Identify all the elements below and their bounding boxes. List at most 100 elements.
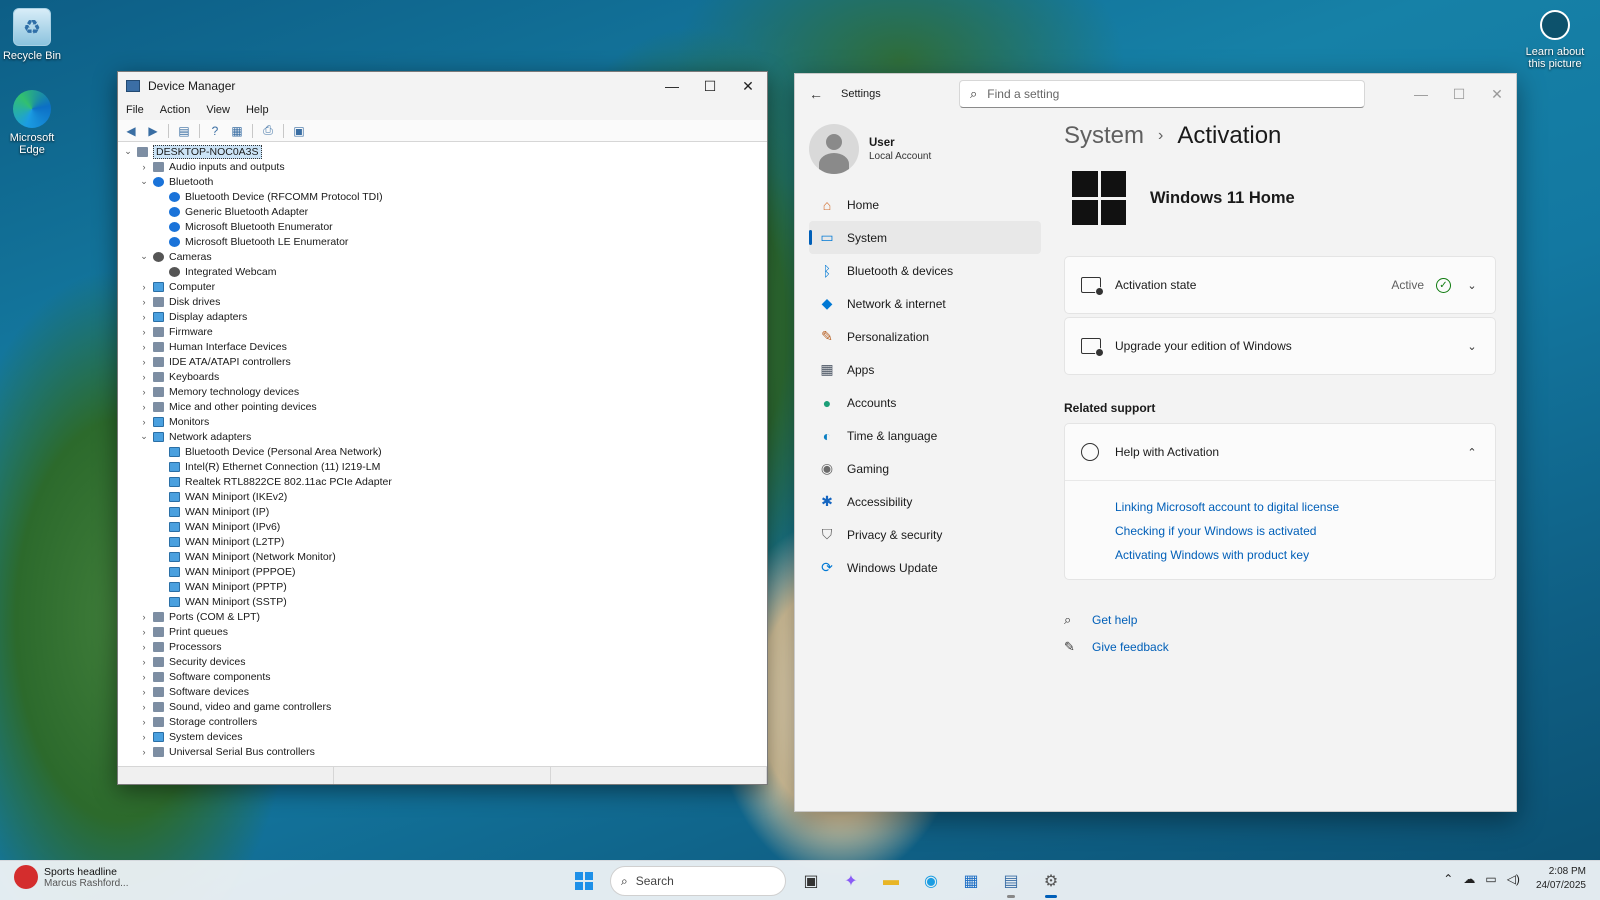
chevron-down-icon[interactable]: ⌄	[1465, 279, 1479, 292]
expand-chevron-icon[interactable]: ›	[138, 402, 150, 412]
expand-chevron-icon[interactable]: ›	[138, 372, 150, 382]
tree-category-item[interactable]: › Computer	[118, 279, 767, 294]
tree-device-item[interactable]: WAN Miniport (PPPOE)	[118, 564, 767, 579]
nav-item-accounts[interactable]: ● Accounts	[809, 386, 1041, 419]
maximize-button[interactable]: ☐	[691, 72, 729, 100]
maximize-button[interactable]: ☐	[1440, 80, 1478, 108]
collapse-chevron-icon[interactable]: ⌄	[122, 146, 134, 157]
minimize-button[interactable]: —	[653, 72, 691, 100]
tree-device-item[interactable]: Generic Bluetooth Adapter	[118, 204, 767, 219]
edge-icon[interactable]: ◉	[916, 866, 946, 896]
taskbar-search[interactable]: ⌕ Search	[610, 866, 786, 896]
menu-file[interactable]: File	[126, 104, 144, 116]
settings-window[interactable]: ← Settings ⌕ Find a setting — ☐ ✕ User L…	[794, 73, 1517, 812]
collapse-chevron-icon[interactable]: ⌄	[138, 176, 150, 187]
volume-icon[interactable]: ◁)	[1507, 872, 1520, 886]
nav-item-system[interactable]: ▭ System	[809, 221, 1041, 254]
tree-category-item[interactable]: › Software components	[118, 669, 767, 684]
expand-chevron-icon[interactable]: ›	[138, 297, 150, 307]
activation-state-card[interactable]: Activation state Active ✓ ⌄	[1064, 256, 1496, 314]
tree-category-item[interactable]: › Monitors	[118, 414, 767, 429]
expand-chevron-icon[interactable]: ›	[138, 312, 150, 322]
tree-root[interactable]: ⌄ DESKTOP-NOC0A3S	[118, 144, 767, 159]
nav-item-apps[interactable]: ▦ Apps	[809, 353, 1041, 386]
expand-chevron-icon[interactable]: ›	[138, 657, 150, 667]
expand-chevron-icon[interactable]: ›	[138, 387, 150, 397]
tree-category-item[interactable]: › Sound, video and game controllers	[118, 699, 767, 714]
tree-device-item[interactable]: Intel(R) Ethernet Connection (11) I219-L…	[118, 459, 767, 474]
collapse-chevron-icon[interactable]: ⌄	[138, 251, 150, 262]
expand-chevron-icon[interactable]: ›	[138, 357, 150, 367]
tree-device-item[interactable]: WAN Miniport (PPTP)	[118, 579, 767, 594]
nav-item-time-language[interactable]: ◐ Time & language	[809, 419, 1041, 452]
clock[interactable]: 2:08 PM 24/07/2025	[1536, 865, 1586, 893]
onedrive-icon[interactable]: ☁	[1463, 872, 1475, 886]
task-view-icon[interactable]: ▣	[796, 866, 826, 896]
give-feedback-link[interactable]: ✎ Give feedback	[1064, 633, 1496, 660]
expand-chevron-icon[interactable]: ›	[138, 342, 150, 352]
tree-category-item[interactable]: ⌄ Bluetooth	[118, 174, 767, 189]
tree-category-item[interactable]: › Storage controllers	[118, 714, 767, 729]
expand-chevron-icon[interactable]: ›	[138, 702, 150, 712]
tree-device-item[interactable]: WAN Miniport (Network Monitor)	[118, 549, 767, 564]
chevron-up-icon[interactable]: ⌃	[1465, 446, 1479, 459]
settings-titlebar[interactable]: ← Settings ⌕ Find a setting — ☐ ✕	[795, 74, 1516, 114]
scan-hardware-icon[interactable]: ▣	[290, 123, 308, 139]
menu-help[interactable]: Help	[246, 104, 269, 116]
close-button[interactable]: ✕	[1478, 80, 1516, 108]
device-manager-titlebar[interactable]: Device Manager — ☐ ✕	[118, 72, 767, 100]
help-link[interactable]: Activating Windows with product key	[1115, 543, 1495, 567]
help-with-activation-header[interactable]: Help with Activation ⌃	[1065, 424, 1495, 480]
properties-icon[interactable]: ▦	[228, 123, 246, 139]
get-help-link[interactable]: ⌕ Get help	[1064, 606, 1496, 633]
help-icon[interactable]: ?	[206, 123, 224, 139]
tree-device-item[interactable]: Bluetooth Device (RFCOMM Protocol TDI)	[118, 189, 767, 204]
recycle-bin-desktop-icon[interactable]: Recycle Bin	[0, 8, 64, 62]
tree-device-item[interactable]: Bluetooth Device (Personal Area Network)	[118, 444, 767, 459]
chevron-down-icon[interactable]: ⌄	[1465, 340, 1479, 353]
device-manager-window[interactable]: Device Manager — ☐ ✕ File Action View He…	[117, 71, 768, 785]
edge-desktop-icon[interactable]: Microsoft Edge	[0, 90, 64, 156]
collapse-chevron-icon[interactable]: ⌄	[138, 431, 150, 442]
tree-category-item[interactable]: › Firmware	[118, 324, 767, 339]
tree-device-item[interactable]: WAN Miniport (IKEv2)	[118, 489, 767, 504]
print-icon[interactable]: ⎙	[259, 123, 277, 139]
settings-search-input[interactable]: ⌕ Find a setting	[959, 80, 1365, 108]
chevron-up-icon[interactable]: ⌃	[1443, 872, 1453, 886]
nav-item-home[interactable]: ⌂ Home	[809, 188, 1041, 221]
help-link[interactable]: Checking if your Windows is activated	[1115, 519, 1495, 543]
tree-category-item[interactable]: › Keyboards	[118, 369, 767, 384]
tree-category-item[interactable]: › Mice and other pointing devices	[118, 399, 767, 414]
tree-device-item[interactable]: WAN Miniport (IP)	[118, 504, 767, 519]
expand-chevron-icon[interactable]: ›	[138, 417, 150, 427]
upgrade-edition-card[interactable]: Upgrade your edition of Windows ⌄	[1064, 317, 1496, 375]
forward-icon[interactable]: ▶	[144, 123, 162, 139]
tree-device-item[interactable]: WAN Miniport (SSTP)	[118, 594, 767, 609]
nav-item-privacy-security[interactable]: ⛉ Privacy & security	[809, 518, 1041, 551]
store-icon[interactable]: ▦	[956, 866, 986, 896]
nav-item-personalization[interactable]: ✎ Personalization	[809, 320, 1041, 353]
nav-item-windows-update[interactable]: ⟳ Windows Update	[809, 551, 1041, 584]
tree-category-item[interactable]: ⌄ Cameras	[118, 249, 767, 264]
tree-category-item[interactable]: ⌄ Network adapters	[118, 429, 767, 444]
user-account-block[interactable]: User Local Account	[809, 124, 931, 174]
expand-chevron-icon[interactable]: ›	[138, 627, 150, 637]
back-arrow-icon[interactable]: ←	[809, 86, 831, 102]
expand-chevron-icon[interactable]: ›	[138, 612, 150, 622]
expand-chevron-icon[interactable]: ›	[138, 672, 150, 682]
tree-category-item[interactable]: › Display adapters	[118, 309, 767, 324]
network-icon[interactable]: ▭	[1485, 872, 1496, 886]
tree-category-item[interactable]: › System devices	[118, 729, 767, 744]
file-explorer-icon[interactable]: ▬	[876, 866, 906, 896]
tree-category-item[interactable]: › Human Interface Devices	[118, 339, 767, 354]
menu-action[interactable]: Action	[160, 104, 191, 116]
breadcrumb-system[interactable]: System	[1064, 122, 1144, 150]
tree-device-item[interactable]: Integrated Webcam	[118, 264, 767, 279]
copilot-icon[interactable]: ✦	[836, 866, 866, 896]
expand-chevron-icon[interactable]: ›	[138, 282, 150, 292]
minimize-button[interactable]: —	[1402, 80, 1440, 108]
tree-category-item[interactable]: › Universal Serial Bus controllers	[118, 744, 767, 759]
tree-category-item[interactable]: › Disk drives	[118, 294, 767, 309]
expand-chevron-icon[interactable]: ›	[138, 717, 150, 727]
close-button[interactable]: ✕	[729, 72, 767, 100]
